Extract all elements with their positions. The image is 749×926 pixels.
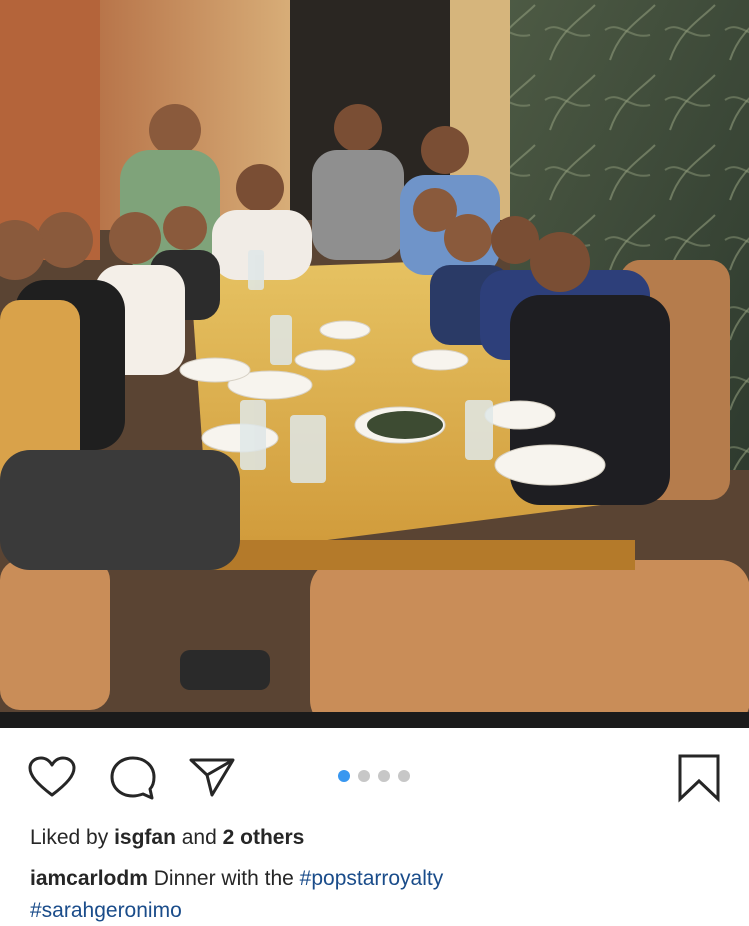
heart-icon[interactable] — [28, 756, 76, 803]
post-caption-continued: #sarahgeronimo — [30, 897, 182, 925]
username-link[interactable]: iamcarlodm — [30, 867, 148, 890]
liked-by-user-link[interactable]: isgfan — [114, 826, 176, 849]
carousel-dot — [338, 770, 350, 782]
comment-icon[interactable] — [109, 755, 157, 806]
hashtag-link[interactable]: #sarahgeronimo — [30, 899, 182, 922]
others-count-link[interactable]: 2 others — [223, 826, 305, 849]
likes-prefix: Liked by — [30, 826, 109, 849]
photo-illustration — [0, 0, 749, 728]
caption-text: Dinner with the — [153, 867, 294, 890]
likes-summary: Liked by isgfan and 2 others — [30, 824, 304, 852]
bookmark-icon[interactable] — [677, 753, 721, 808]
paper-plane-icon[interactable] — [188, 756, 236, 803]
carousel-dot — [378, 770, 390, 782]
post-caption: iamcarlodm Dinner with the #popstarroyal… — [30, 865, 443, 893]
post-photo[interactable] — [0, 0, 749, 728]
carousel-dot — [398, 770, 410, 782]
carousel-dot — [358, 770, 370, 782]
hashtag-link[interactable]: #popstarroyalty — [300, 867, 444, 890]
likes-middle: and — [181, 826, 217, 849]
